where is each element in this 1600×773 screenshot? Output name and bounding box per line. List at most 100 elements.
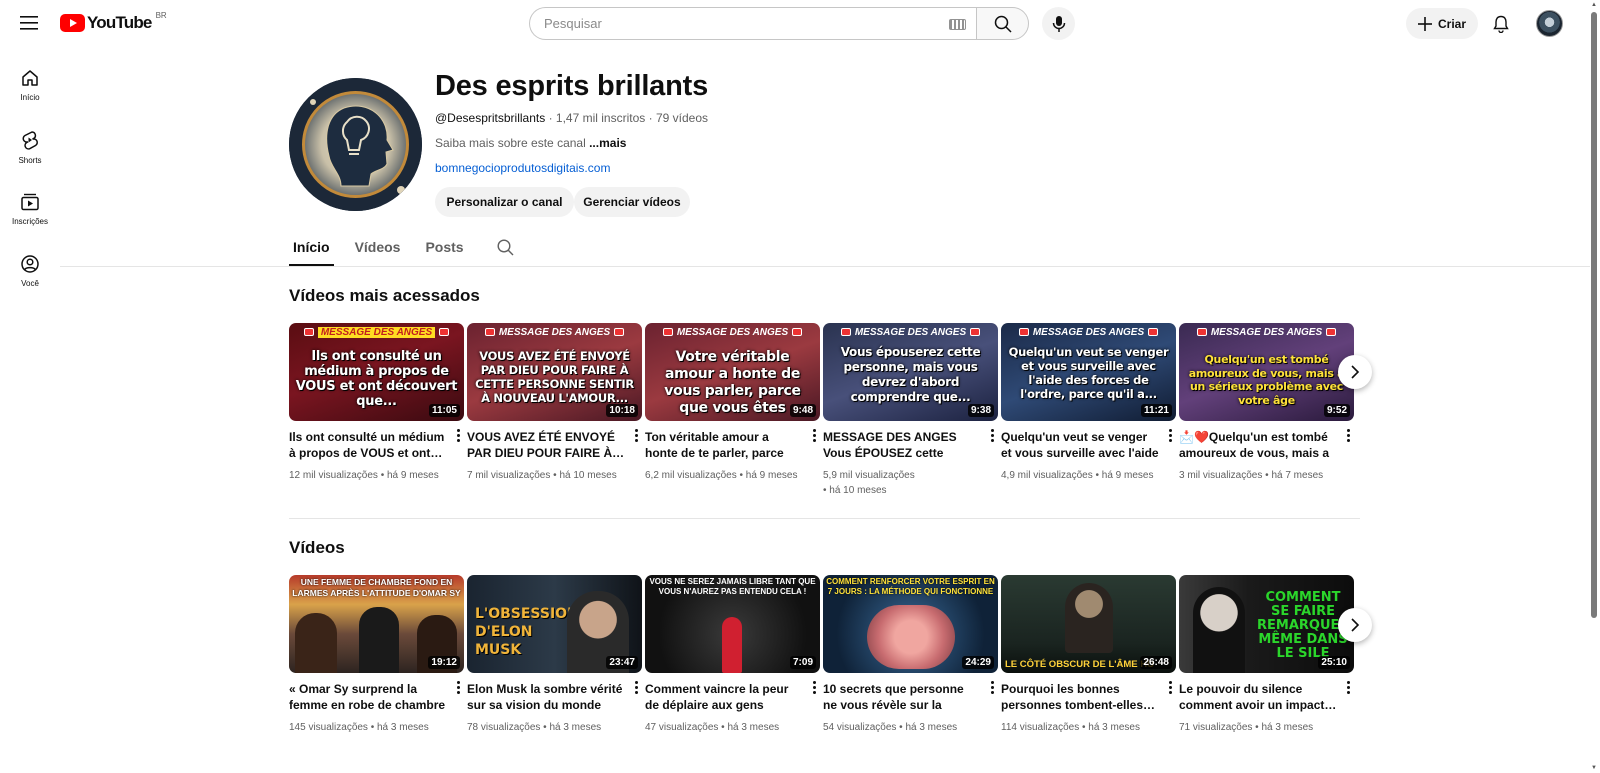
- video-card[interactable]: VOUS NE SEREZ JAMAIS LIBRE TANT QUE VOUS…: [645, 575, 820, 735]
- youtube-logo[interactable]: YouTube BR: [60, 10, 167, 33]
- video-title[interactable]: « Omar Sy surprend la femme en robe de c…: [289, 681, 447, 713]
- keyboard-icon[interactable]: [949, 19, 966, 30]
- more-actions-icon[interactable]: [452, 427, 464, 443]
- video-thumbnail[interactable]: MESSAGE DES ANGES Votre véritable amour …: [645, 323, 820, 421]
- tab-posts[interactable]: Posts: [421, 230, 467, 266]
- video-meta: 3 mil visualizações • há 7 meses: [1179, 470, 1324, 481]
- popular-shelf: MESSAGE DES ANGES Ils ont consulté un mé…: [289, 323, 1359, 503]
- video-meta: 7 mil visualizações • há 10 meses: [467, 470, 617, 481]
- chevron-right-icon: [1351, 365, 1360, 379]
- video-thumbnail[interactable]: MESSAGE DES ANGES Vous épouserez cette p…: [823, 323, 998, 421]
- video-count: 79 vídeos: [655, 111, 709, 125]
- video-title[interactable]: VOUS AVEZ ÉTÉ ENVOYÉ PAR DIEU POUR FAIRE…: [467, 429, 625, 461]
- shorts-icon: [22, 130, 38, 150]
- guide-sidebar: Início Shorts Inscrições Você: [0, 54, 60, 302]
- channel-description[interactable]: Saiba mais sobre este canal ...mais: [435, 136, 626, 150]
- manage-videos-button[interactable]: Gerenciar vídeos: [574, 187, 690, 217]
- video-thumbnail[interactable]: MESSAGE DES ANGES Quelqu'un est tombé am…: [1179, 323, 1354, 421]
- video-title[interactable]: Pourquoi les bonnes personnes tombent-el…: [1001, 681, 1159, 713]
- more-actions-icon[interactable]: [808, 679, 820, 695]
- more-actions-icon[interactable]: [986, 679, 998, 695]
- more-actions-icon[interactable]: [452, 679, 464, 695]
- channel-external-link[interactable]: bomnegocioprodutosdigitais.com: [435, 161, 610, 175]
- video-card[interactable]: MESSAGE DES ANGES Vous épouserez cette p…: [823, 323, 998, 498]
- tab-home[interactable]: Início: [289, 230, 334, 266]
- create-button[interactable]: Criar: [1406, 8, 1478, 39]
- video-card[interactable]: MESSAGE DES ANGES Quelqu'un est tombé am…: [1179, 323, 1354, 483]
- more-actions-icon[interactable]: [630, 427, 642, 443]
- customize-channel-button[interactable]: Personalizar o canal: [435, 187, 574, 217]
- guide-item-subscriptions[interactable]: Inscrições: [0, 178, 60, 240]
- video-meta: 12 mil visualizações • há 9 meses: [289, 470, 439, 481]
- thumbnail-banner: MESSAGE DES ANGES: [645, 327, 820, 338]
- video-title[interactable]: Ils ont consulté un médium à propos de V…: [289, 429, 447, 461]
- section-title-popular[interactable]: Vídeos mais acessados: [289, 286, 480, 306]
- more-actions-icon[interactable]: [630, 679, 642, 695]
- video-thumbnail[interactable]: COMMENT RENFORCER VOTRE ESPRIT EN 7 JOUR…: [823, 575, 998, 673]
- channel-search-button[interactable]: [497, 230, 514, 261]
- thumbnail-text: Ils ont consulté un médium à propos de V…: [295, 349, 458, 409]
- search-button[interactable]: [976, 7, 1029, 40]
- scroll-down-arrow[interactable]: ▼: [1590, 764, 1598, 772]
- shelf-next-button[interactable]: [1338, 355, 1372, 389]
- thumbnail-banner: MESSAGE DES ANGES: [823, 327, 998, 338]
- video-title[interactable]: Comment vaincre la peur de déplaire aux …: [645, 681, 803, 713]
- more-actions-icon[interactable]: [1342, 427, 1354, 443]
- tab-videos[interactable]: Vídeos: [351, 230, 405, 266]
- video-thumbnail[interactable]: MESSAGE DES ANGES VOUS AVEZ ÉTÉ ENVOYÉ P…: [467, 323, 642, 421]
- menu-icon[interactable]: [16, 10, 42, 36]
- guide-item-shorts[interactable]: Shorts: [0, 116, 60, 178]
- video-title[interactable]: Ton véritable amour a honte de te parler…: [645, 429, 803, 461]
- more-actions-icon[interactable]: [986, 427, 998, 443]
- video-title[interactable]: 10 secrets que personne ne vous révèle s…: [823, 681, 981, 713]
- more-actions-icon[interactable]: [1164, 427, 1176, 443]
- video-card[interactable]: L'OBSESSION D'ELON MUSK 23:47 Elon Musk …: [467, 575, 642, 735]
- section-divider: [289, 518, 1360, 519]
- page-scrollbar[interactable]: ▲ ▼: [1590, 0, 1598, 773]
- video-thumbnail[interactable]: MESSAGE DES ANGES Ils ont consulté un mé…: [289, 323, 464, 421]
- video-card[interactable]: UNE FEMME DE CHAMBRE FOND EN LARMES APRÈ…: [289, 575, 464, 735]
- video-card[interactable]: COMMENT RENFORCER VOTRE ESPRIT EN 7 JOUR…: [823, 575, 998, 735]
- search-input[interactable]: [530, 16, 920, 31]
- video-thumbnail[interactable]: L'OBSESSION D'ELON MUSK 23:47: [467, 575, 642, 673]
- video-card[interactable]: COMMENT SE FAIRE REMARQUER MÊME DANS LE …: [1179, 575, 1354, 735]
- masthead: YouTube BR Criar: [0, 0, 1600, 46]
- thumbnail-text: UNE FEMME DE CHAMBRE FOND EN LARMES APRÈ…: [292, 577, 461, 598]
- notifications-button[interactable]: [1488, 11, 1514, 37]
- video-title[interactable]: MESSAGE DES ANGES Vous ÉPOUSEZ cette per…: [823, 429, 981, 461]
- guide-item-you[interactable]: Você: [0, 240, 60, 302]
- channel-handle: @Desespritsbrillants: [435, 111, 546, 125]
- section-title-videos[interactable]: Vídeos: [289, 538, 345, 558]
- video-title[interactable]: Quelqu'un veut se venger et vous surveil…: [1001, 429, 1159, 461]
- video-card[interactable]: LE CÔTÉ OBSCUR DE L'ÂME HU 26:48 Pourquo…: [1001, 575, 1176, 735]
- video-card[interactable]: MESSAGE DES ANGES VOUS AVEZ ÉTÉ ENVOYÉ P…: [467, 323, 642, 483]
- video-duration: 10:18: [606, 404, 638, 417]
- more-actions-icon[interactable]: [1164, 679, 1176, 695]
- guide-item-home[interactable]: Início: [0, 54, 60, 116]
- description-text: Saiba mais sobre este canal: [435, 136, 590, 150]
- video-title[interactable]: Elon Musk la sombre vérité sur sa vision…: [467, 681, 625, 713]
- scrollbar-thumb[interactable]: [1591, 12, 1597, 618]
- video-meta: 5,9 mil visualizações • há 10 meses: [823, 470, 915, 496]
- video-thumbnail[interactable]: LE CÔTÉ OBSCUR DE L'ÂME HU 26:48: [1001, 575, 1176, 673]
- video-title[interactable]: Le pouvoir du silence comment avoir un i…: [1179, 681, 1337, 713]
- more-actions-icon[interactable]: [808, 427, 820, 443]
- logo-region: BR: [155, 10, 167, 20]
- video-thumbnail[interactable]: COMMENT SE FAIRE REMARQUER MÊME DANS LE …: [1179, 575, 1354, 673]
- channel-avatar[interactable]: [289, 78, 422, 211]
- more-link[interactable]: ...mais: [589, 136, 626, 150]
- video-card[interactable]: MESSAGE DES ANGES Ils ont consulté un mé…: [289, 323, 464, 483]
- channel-tabs: Início Vídeos Posts: [289, 230, 514, 266]
- shelf-next-button[interactable]: [1338, 608, 1372, 642]
- more-actions-icon[interactable]: [1342, 679, 1354, 695]
- video-thumbnail[interactable]: VOUS NE SEREZ JAMAIS LIBRE TANT QUE VOUS…: [645, 575, 820, 673]
- video-title[interactable]: 📩❤️Quelqu'un est tombé amoureux de vous,…: [1179, 429, 1337, 461]
- video-card[interactable]: MESSAGE DES ANGES Quelqu'un veut se veng…: [1001, 323, 1176, 483]
- voice-search-button[interactable]: [1042, 7, 1075, 40]
- video-thumbnail[interactable]: MESSAGE DES ANGES Quelqu'un veut se veng…: [1001, 323, 1176, 421]
- guide-item-label: Inscrições: [11, 216, 48, 226]
- account-avatar[interactable]: [1536, 10, 1563, 37]
- video-card[interactable]: MESSAGE DES ANGES Votre véritable amour …: [645, 323, 820, 483]
- scroll-up-arrow[interactable]: ▲: [1590, 1, 1598, 9]
- video-thumbnail[interactable]: UNE FEMME DE CHAMBRE FOND EN LARMES APRÈ…: [289, 575, 464, 673]
